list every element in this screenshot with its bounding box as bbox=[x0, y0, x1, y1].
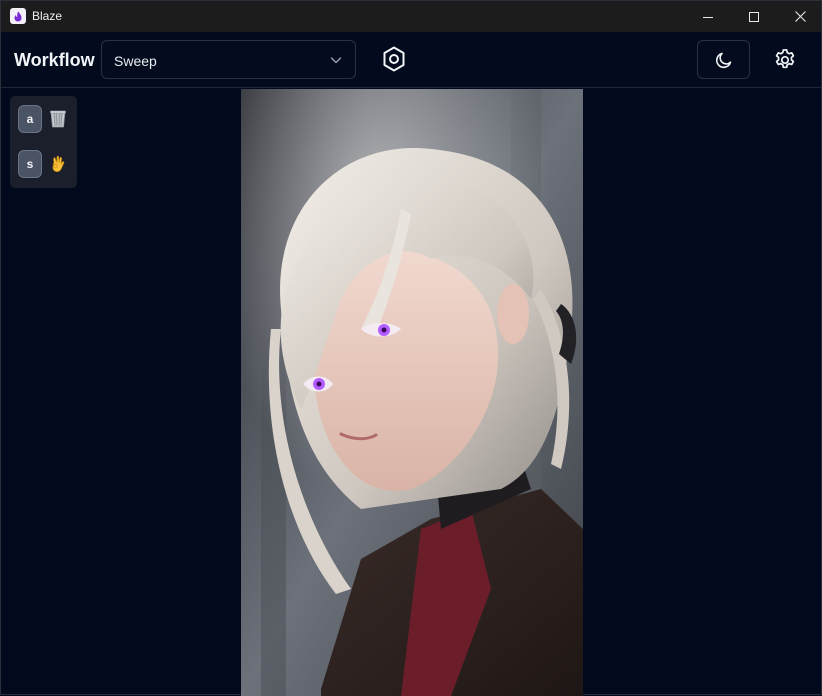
theme-toggle-button[interactable] bbox=[697, 40, 750, 79]
maximize-button[interactable] bbox=[731, 1, 777, 32]
minimize-button[interactable] bbox=[685, 1, 731, 32]
shortcut-row[interactable]: a bbox=[18, 105, 67, 133]
app-window: Blaze Workflow Sweep a s bbox=[0, 0, 822, 696]
settings-button[interactable] bbox=[769, 44, 801, 76]
key-cap: a bbox=[18, 105, 42, 133]
toolbar: Workflow Sweep bbox=[1, 32, 821, 88]
window-title: Blaze bbox=[32, 9, 63, 23]
maximize-icon bbox=[749, 11, 759, 22]
hexagon-nut-icon bbox=[383, 46, 405, 72]
close-button[interactable] bbox=[777, 1, 822, 32]
title-bar: Blaze bbox=[1, 1, 821, 32]
workflow-select[interactable]: Sweep bbox=[101, 40, 356, 79]
main-image bbox=[241, 89, 583, 696]
gear-icon bbox=[775, 49, 795, 69]
trash-basket-icon bbox=[49, 110, 67, 128]
app-logo-icon bbox=[10, 8, 26, 24]
chevron-down-icon bbox=[330, 57, 342, 64]
moon-icon bbox=[715, 52, 731, 68]
shortcut-panel: a s bbox=[10, 96, 77, 188]
shortcut-row[interactable]: s bbox=[18, 150, 67, 178]
key-cap: s bbox=[18, 150, 42, 178]
minimize-icon bbox=[703, 16, 713, 18]
workflow-select-value: Sweep bbox=[114, 53, 157, 69]
workflow-settings-button[interactable] bbox=[379, 44, 409, 74]
close-icon bbox=[794, 11, 806, 22]
ok-hand-icon bbox=[49, 155, 67, 173]
workflow-label: Workflow bbox=[14, 50, 95, 70]
